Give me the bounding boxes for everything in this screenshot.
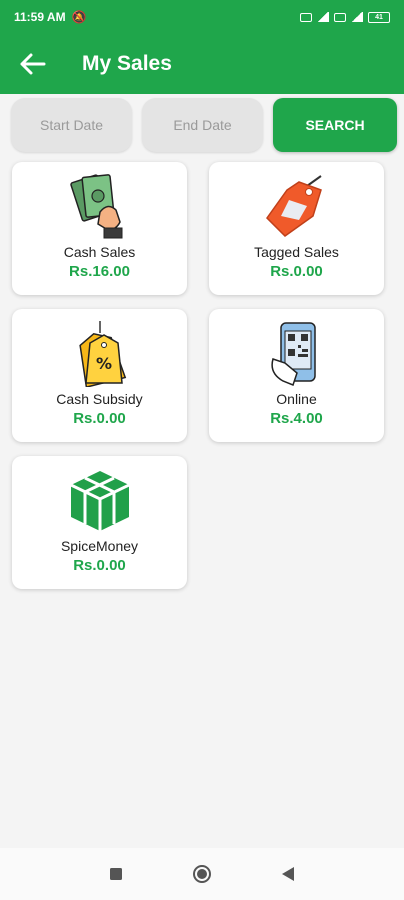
- status-bar: 11:59 AM 🔕 41: [0, 0, 404, 34]
- triangle-back-icon: [282, 867, 294, 881]
- app-bar: My Sales: [0, 34, 404, 94]
- recents-button[interactable]: [105, 863, 127, 885]
- card-amount: Rs.4.00: [270, 410, 323, 427]
- signal-icon-2: [351, 12, 363, 22]
- card-amount: Rs.0.00: [73, 557, 126, 574]
- card-amount: Rs.0.00: [73, 410, 126, 427]
- end-date-field[interactable]: [142, 98, 263, 152]
- card-label: Online: [276, 391, 317, 407]
- sim-icon: [300, 12, 312, 22]
- page-title: My Sales: [82, 52, 172, 75]
- arrow-left-icon: [20, 53, 46, 75]
- card-amount: Rs.0.00: [270, 263, 323, 280]
- cash-in-hand-icon: [66, 172, 134, 240]
- battery-icon: 41: [368, 11, 390, 23]
- status-time: 11:59 AM: [14, 10, 66, 24]
- mute-icon: 🔕: [71, 10, 87, 24]
- card-amount: Rs.16.00: [69, 263, 130, 280]
- card-tagged-sales[interactable]: Tagged Sales Rs.0.00: [209, 162, 384, 295]
- card-cash-sales[interactable]: Cash Sales Rs.16.00: [12, 162, 187, 295]
- card-cash-subsidy[interactable]: % Cash Subsidy Rs.0.00: [12, 309, 187, 442]
- card-label: Cash Sales: [63, 244, 136, 260]
- date-filter-bar: SEARCH: [11, 98, 397, 152]
- discount-tag-icon: %: [66, 319, 134, 387]
- circle-icon: [193, 865, 211, 883]
- card-label: SpiceMoney: [60, 538, 139, 554]
- card-online[interactable]: Online Rs.4.00: [209, 309, 384, 442]
- spicemoney-logo-icon: [66, 466, 134, 534]
- card-spicemoney[interactable]: SpiceMoney Rs.0.00: [12, 456, 187, 589]
- square-icon: [110, 868, 122, 880]
- card-label: Cash Subsidy: [56, 391, 143, 407]
- home-button[interactable]: [191, 863, 213, 885]
- back-nav-button[interactable]: [277, 863, 299, 885]
- phone-qr-icon: [263, 319, 331, 387]
- system-nav-bar: [0, 848, 404, 900]
- price-tag-icon: [263, 172, 331, 240]
- start-date-field[interactable]: [11, 98, 132, 152]
- back-button[interactable]: [0, 34, 64, 94]
- svg-text:%: %: [95, 354, 111, 373]
- sim-icon-2: [334, 12, 346, 22]
- signal-icon: [317, 12, 329, 22]
- card-label: Tagged Sales: [254, 244, 339, 260]
- search-button[interactable]: SEARCH: [273, 98, 397, 152]
